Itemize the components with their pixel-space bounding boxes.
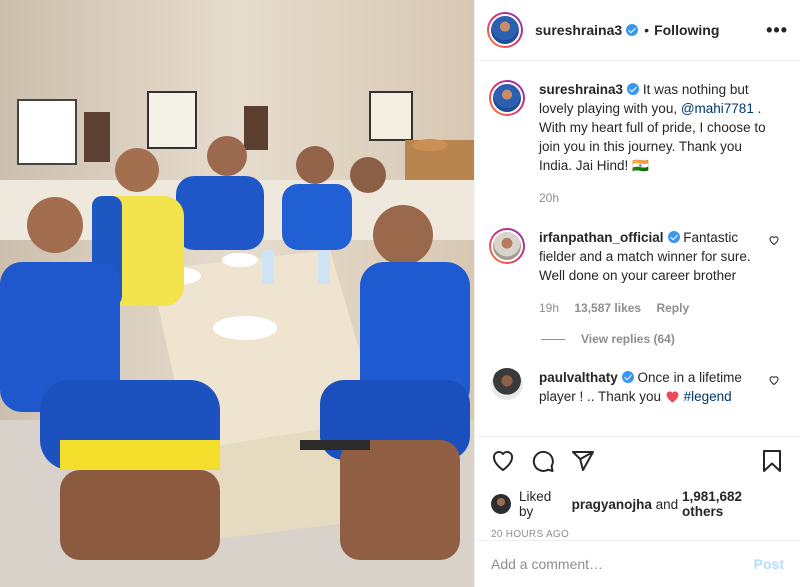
author-info: sureshraina3 • Following	[535, 22, 719, 38]
comment-avatar[interactable]	[489, 228, 525, 264]
liked-by-middle: and	[655, 496, 679, 512]
comment-item: irfanpathan_official Fantastic fielder a…	[489, 228, 784, 318]
instagram-post: sureshraina3 • Following ••• sureshraina…	[0, 0, 800, 587]
following-button[interactable]: Following	[654, 22, 719, 38]
verified-icon	[627, 83, 640, 95]
caption-username[interactable]: sureshraina3	[539, 82, 623, 97]
add-comment-input[interactable]	[491, 556, 754, 572]
verified-icon	[621, 371, 634, 383]
comment-username[interactable]: irfanpathan_official	[539, 230, 664, 245]
action-icons	[491, 447, 784, 475]
liked-by-avatar[interactable]	[491, 494, 511, 514]
comment-hashtag-link[interactable]: #legend	[684, 389, 732, 404]
action-bar: Liked by pragyanojha and 1,981,682 other…	[475, 436, 800, 540]
post-photo[interactable]	[0, 0, 474, 587]
caption: sureshraina3 It was nothing but lovely p…	[489, 80, 784, 208]
comment-like-heart-icon[interactable]	[768, 234, 780, 246]
comment-time[interactable]: 19h	[539, 301, 559, 315]
comment-body: irfanpathan_official Fantastic fielder a…	[539, 228, 775, 318]
comment-avatar[interactable]	[491, 368, 523, 400]
add-comment-bar: Post	[475, 540, 800, 587]
comment-likes[interactable]: 13,587 likes	[574, 301, 641, 315]
comment-username[interactable]: paulvalthaty	[539, 370, 618, 385]
view-replies-label: View replies (64)	[581, 332, 675, 346]
caption-meta: 20h	[539, 189, 775, 208]
post-header: sureshraina3 • Following •••	[475, 0, 800, 61]
post-timestamp[interactable]: 20 HOURS AGO	[491, 529, 784, 540]
caption-avatar[interactable]	[489, 80, 525, 116]
liked-by-prefix: Liked by	[519, 489, 552, 519]
author-username[interactable]: sureshraina3	[535, 22, 622, 38]
liked-by: Liked by pragyanojha and 1,981,682 other…	[491, 489, 784, 519]
caption-body: sureshraina3 It was nothing but lovely p…	[539, 80, 775, 208]
post-comment-button[interactable]: Post	[754, 556, 784, 572]
comment-meta: 19h 13,587 likes Reply	[539, 299, 775, 318]
liked-by-user[interactable]: pragyanojha	[572, 497, 652, 512]
share-icon[interactable]	[571, 449, 595, 473]
separator-dot: •	[644, 22, 650, 38]
team-photo-illustration	[0, 0, 474, 587]
view-replies-line	[541, 338, 565, 340]
comments-section[interactable]: sureshraina3 It was nothing but lovely p…	[475, 62, 800, 435]
heart-icon[interactable]	[491, 449, 515, 473]
comment-reply-button[interactable]: Reply	[656, 301, 689, 315]
view-replies-button[interactable]: View replies (64)	[541, 332, 784, 346]
comment-icon[interactable]	[531, 449, 555, 473]
caption-mention-link[interactable]: @mahi7781	[681, 101, 754, 116]
comment-body: paulvalthaty Once in a lifetime player !…	[539, 368, 775, 406]
verified-icon	[626, 24, 639, 36]
post-sidebar: sureshraina3 • Following ••• sureshraina…	[474, 0, 800, 587]
verified-icon	[667, 231, 680, 243]
more-icon[interactable]: •••	[766, 20, 788, 41]
comment-item: paulvalthaty Once in a lifetime player !…	[489, 368, 784, 406]
caption-time[interactable]: 20h	[539, 191, 559, 205]
comment-like-heart-icon[interactable]	[768, 374, 780, 386]
author-avatar[interactable]	[487, 12, 523, 48]
red-heart-emoji-icon	[666, 391, 679, 403]
bookmark-icon[interactable]	[760, 449, 784, 473]
liked-by-count[interactable]: 1,981,682 others	[682, 489, 784, 519]
